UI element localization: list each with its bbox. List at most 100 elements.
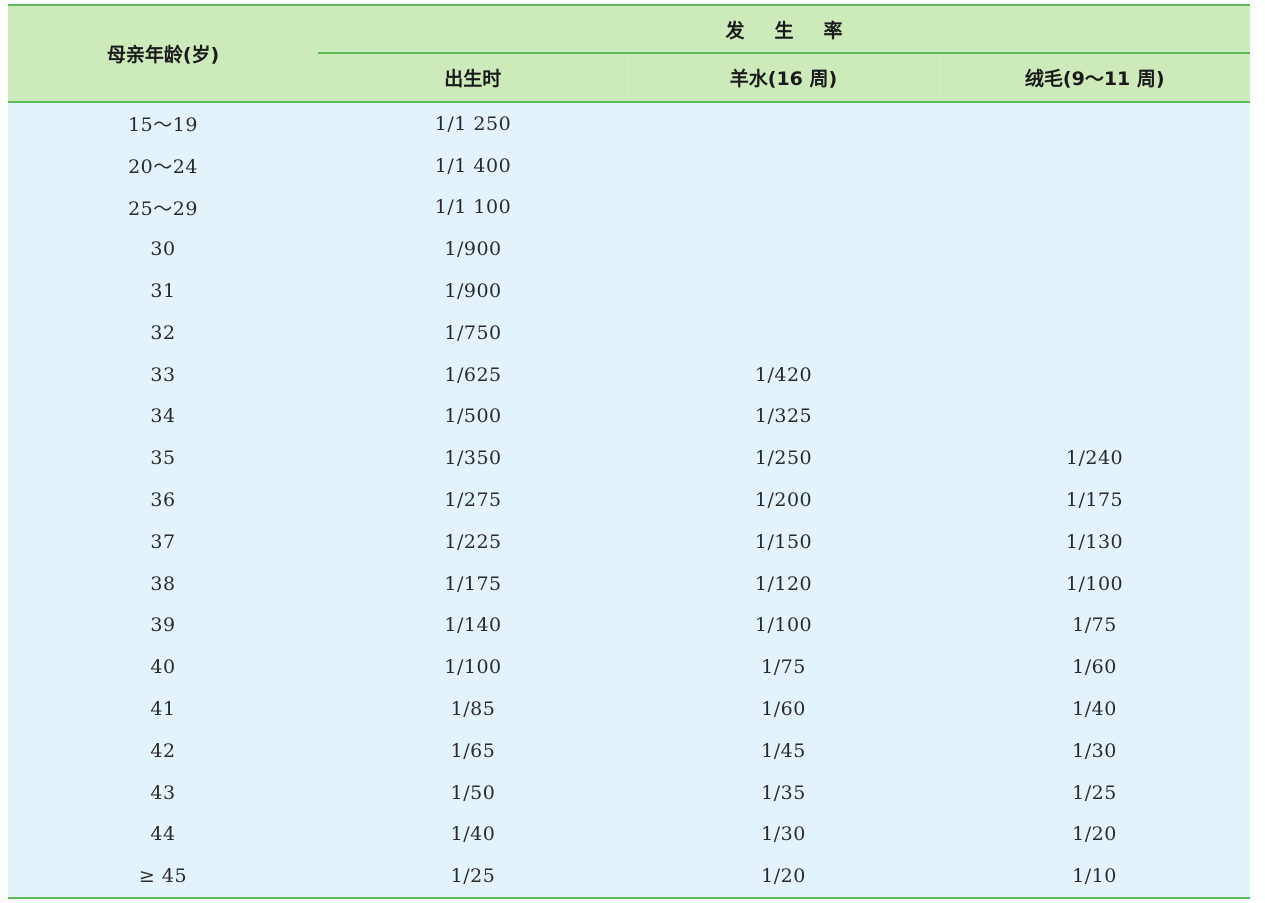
cell-amniotic: 1/325 bbox=[628, 395, 939, 438]
cell-chorionic: 1/60 bbox=[939, 646, 1251, 689]
cell-maternal-age: 25～29 bbox=[8, 186, 318, 229]
cell-at-birth: 1/25 bbox=[318, 855, 628, 899]
table-row: 15～19 1/1 250 bbox=[8, 102, 1251, 145]
table-row: 20～24 1/1 400 bbox=[8, 144, 1251, 187]
cell-amniotic: 1/120 bbox=[628, 562, 939, 605]
table-row: 38 1/175 1/120 1/100 bbox=[8, 562, 1251, 605]
cell-chorionic bbox=[939, 311, 1251, 354]
table-row: 40 1/100 1/75 1/60 bbox=[8, 646, 1251, 689]
cell-amniotic: 1/60 bbox=[628, 688, 939, 730]
cell-chorionic bbox=[939, 270, 1251, 312]
table-row: 43 1/50 1/35 1/25 bbox=[8, 771, 1251, 814]
cell-chorionic bbox=[939, 102, 1251, 145]
cell-amniotic: 1/420 bbox=[628, 353, 939, 396]
cell-chorionic bbox=[939, 395, 1251, 438]
cell-maternal-age: 40 bbox=[8, 646, 318, 689]
cell-maternal-age: 32 bbox=[8, 311, 318, 354]
cell-amniotic bbox=[628, 144, 939, 187]
cell-at-birth: 1/625 bbox=[318, 353, 628, 396]
table-row: 31 1/900 bbox=[8, 270, 1251, 312]
cell-maternal-age: 44 bbox=[8, 813, 318, 856]
cell-amniotic bbox=[628, 102, 939, 145]
cell-chorionic bbox=[939, 353, 1251, 396]
cell-chorionic: 1/240 bbox=[939, 437, 1251, 480]
cell-maternal-age: 39 bbox=[8, 604, 318, 647]
cell-chorionic: 1/40 bbox=[939, 688, 1251, 730]
cell-chorionic: 1/10 bbox=[939, 855, 1251, 899]
cell-at-birth: 1/175 bbox=[318, 562, 628, 605]
cell-at-birth: 1/1 400 bbox=[318, 144, 628, 187]
table-row: 34 1/500 1/325 bbox=[8, 395, 1251, 438]
cell-chorionic: 1/75 bbox=[939, 604, 1251, 647]
incidence-table-container: 母亲年龄(岁) 发生率 出生时 羊水(16 周) 绒毛(9～11 周) 15～1… bbox=[8, 4, 1251, 900]
table-row: 35 1/350 1/250 1/240 bbox=[8, 437, 1251, 480]
cell-amniotic: 1/20 bbox=[628, 855, 939, 899]
cell-amniotic: 1/150 bbox=[628, 520, 939, 563]
cell-at-birth: 1/40 bbox=[318, 813, 628, 856]
cell-at-birth: 1/750 bbox=[318, 311, 628, 354]
cell-amniotic: 1/30 bbox=[628, 813, 939, 856]
cell-chorionic bbox=[939, 144, 1251, 187]
header-maternal-age: 母亲年龄(岁) bbox=[8, 5, 318, 103]
cell-chorionic: 1/25 bbox=[939, 771, 1251, 814]
cell-amniotic: 1/100 bbox=[628, 604, 939, 647]
table-row: 41 1/85 1/60 1/40 bbox=[8, 688, 1251, 730]
cell-maternal-age: 34 bbox=[8, 395, 318, 438]
header-incidence-label: 发生率 bbox=[725, 19, 873, 42]
cell-amniotic bbox=[628, 270, 939, 312]
cell-amniotic bbox=[628, 311, 939, 354]
cell-chorionic: 1/30 bbox=[939, 729, 1251, 772]
cell-chorionic bbox=[939, 228, 1251, 271]
table-row: 37 1/225 1/150 1/130 bbox=[8, 520, 1251, 563]
cell-at-birth: 1/85 bbox=[318, 688, 628, 730]
cell-at-birth: 1/350 bbox=[318, 437, 628, 480]
table-row: 30 1/900 bbox=[8, 228, 1251, 271]
header-chorionic-9-11w: 绒毛(9～11 周) bbox=[939, 53, 1251, 103]
cell-at-birth: 1/500 bbox=[318, 395, 628, 438]
cell-amniotic: 1/35 bbox=[628, 771, 939, 814]
cell-maternal-age: 20～24 bbox=[8, 144, 318, 187]
cell-maternal-age: 37 bbox=[8, 520, 318, 563]
cell-maternal-age: 30 bbox=[8, 228, 318, 271]
cell-amniotic bbox=[628, 186, 939, 229]
cell-maternal-age: 42 bbox=[8, 729, 318, 772]
cell-maternal-age: 43 bbox=[8, 771, 318, 814]
cell-amniotic: 1/75 bbox=[628, 646, 939, 689]
cell-at-birth: 1/50 bbox=[318, 771, 628, 814]
cell-maternal-age: 15～19 bbox=[8, 102, 318, 145]
cell-maternal-age: ≥ 45 bbox=[8, 855, 318, 899]
cell-chorionic bbox=[939, 186, 1251, 229]
cell-at-birth: 1/1 100 bbox=[318, 186, 628, 229]
incidence-table: 母亲年龄(岁) 发生率 出生时 羊水(16 周) 绒毛(9～11 周) 15～1… bbox=[8, 4, 1251, 900]
header-at-birth: 出生时 bbox=[318, 53, 629, 103]
cell-amniotic: 1/250 bbox=[628, 437, 939, 480]
cell-amniotic: 1/200 bbox=[628, 479, 939, 521]
cell-at-birth: 1/900 bbox=[318, 228, 628, 271]
cell-maternal-age: 36 bbox=[8, 479, 318, 521]
cell-maternal-age: 33 bbox=[8, 353, 318, 396]
cell-amniotic: 1/45 bbox=[628, 729, 939, 772]
cell-maternal-age: 38 bbox=[8, 562, 318, 605]
cell-at-birth: 1/65 bbox=[318, 729, 628, 772]
table-row: 44 1/40 1/30 1/20 bbox=[8, 813, 1251, 856]
header-row-top: 母亲年龄(岁) 发生率 bbox=[8, 5, 1251, 103]
cell-at-birth: 1/900 bbox=[318, 270, 628, 312]
cell-maternal-age: 31 bbox=[8, 270, 318, 312]
table-body: 15～19 1/1 250 20～24 1/1 400 25～29 1/1 100 30 1/… bbox=[8, 102, 1251, 899]
cell-at-birth: 1/275 bbox=[318, 479, 628, 521]
table-row: 25～29 1/1 100 bbox=[8, 186, 1251, 229]
cell-at-birth: 1/140 bbox=[318, 604, 628, 647]
cell-at-birth: 1/1 250 bbox=[318, 102, 628, 145]
cell-maternal-age: 35 bbox=[8, 437, 318, 480]
header-amniotic-16w: 羊水(16 周) bbox=[628, 53, 940, 103]
table-row: 39 1/140 1/100 1/75 bbox=[8, 604, 1251, 647]
table-header: 母亲年龄(岁) 发生率 出生时 羊水(16 周) 绒毛(9～11 周) bbox=[8, 5, 1251, 103]
cell-chorionic: 1/20 bbox=[939, 813, 1251, 856]
table-row: 36 1/275 1/200 1/175 bbox=[8, 479, 1251, 521]
table-row: 42 1/65 1/45 1/30 bbox=[8, 729, 1251, 772]
header-incidence-group: 发生率 bbox=[318, 5, 1251, 54]
cell-chorionic: 1/175 bbox=[939, 479, 1251, 521]
table-row: ≥ 45 1/25 1/20 1/10 bbox=[8, 855, 1251, 899]
cell-at-birth: 1/225 bbox=[318, 520, 628, 563]
cell-amniotic bbox=[628, 228, 939, 271]
